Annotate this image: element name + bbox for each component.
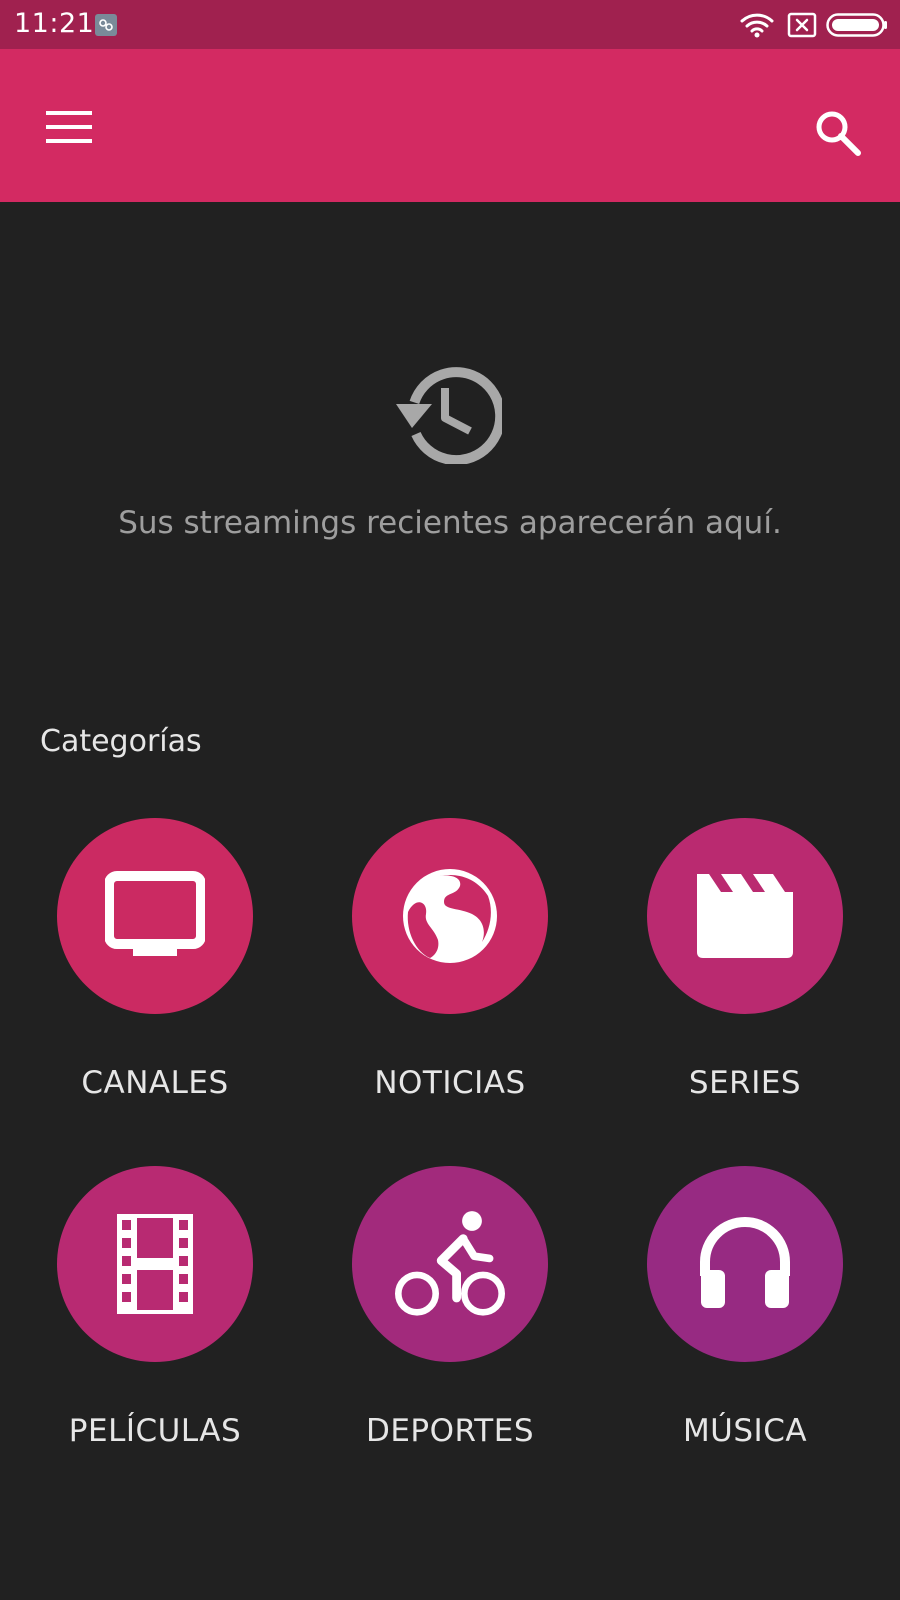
app-bar: [0, 49, 900, 202]
no-sim-icon: [787, 12, 817, 38]
recent-empty-message: Sus streamings recientes aparecerán aquí…: [118, 505, 782, 541]
menu-icon[interactable]: [44, 109, 94, 145]
category-series-circle[interactable]: [647, 818, 843, 1014]
globe-icon: [403, 869, 497, 963]
film-strip-icon: [117, 1214, 193, 1314]
category-deportes-label: DEPORTES: [365, 1413, 535, 1449]
category-canales-label: CANALES: [81, 1065, 229, 1101]
history-icon: [394, 364, 506, 466]
search-icon[interactable]: [814, 109, 864, 159]
tv-icon: [105, 871, 205, 956]
category-musica-label: MÚSICA: [682, 1413, 808, 1449]
battery-icon: [826, 13, 888, 37]
headphones-icon: [700, 1217, 790, 1308]
status-bar: 11:21: [0, 0, 900, 49]
clapperboard-icon: [697, 874, 793, 958]
status-time: 11:21: [14, 8, 95, 39]
category-noticias-label: NOTICIAS: [374, 1065, 526, 1101]
category-canales-circle[interactable]: [57, 818, 253, 1014]
bicycle-icon: [395, 1211, 505, 1316]
category-deportes-circle[interactable]: [352, 1166, 548, 1362]
category-peliculas-label: PELÍCULAS: [68, 1413, 242, 1449]
category-peliculas-circle[interactable]: [57, 1166, 253, 1362]
notification-icon: [94, 13, 118, 37]
category-noticias-circle[interactable]: [352, 818, 548, 1014]
category-musica-circle[interactable]: [647, 1166, 843, 1362]
wifi-icon: [740, 12, 774, 38]
categories-title: Categorías: [40, 724, 202, 759]
category-series-label: SERIES: [688, 1065, 802, 1101]
